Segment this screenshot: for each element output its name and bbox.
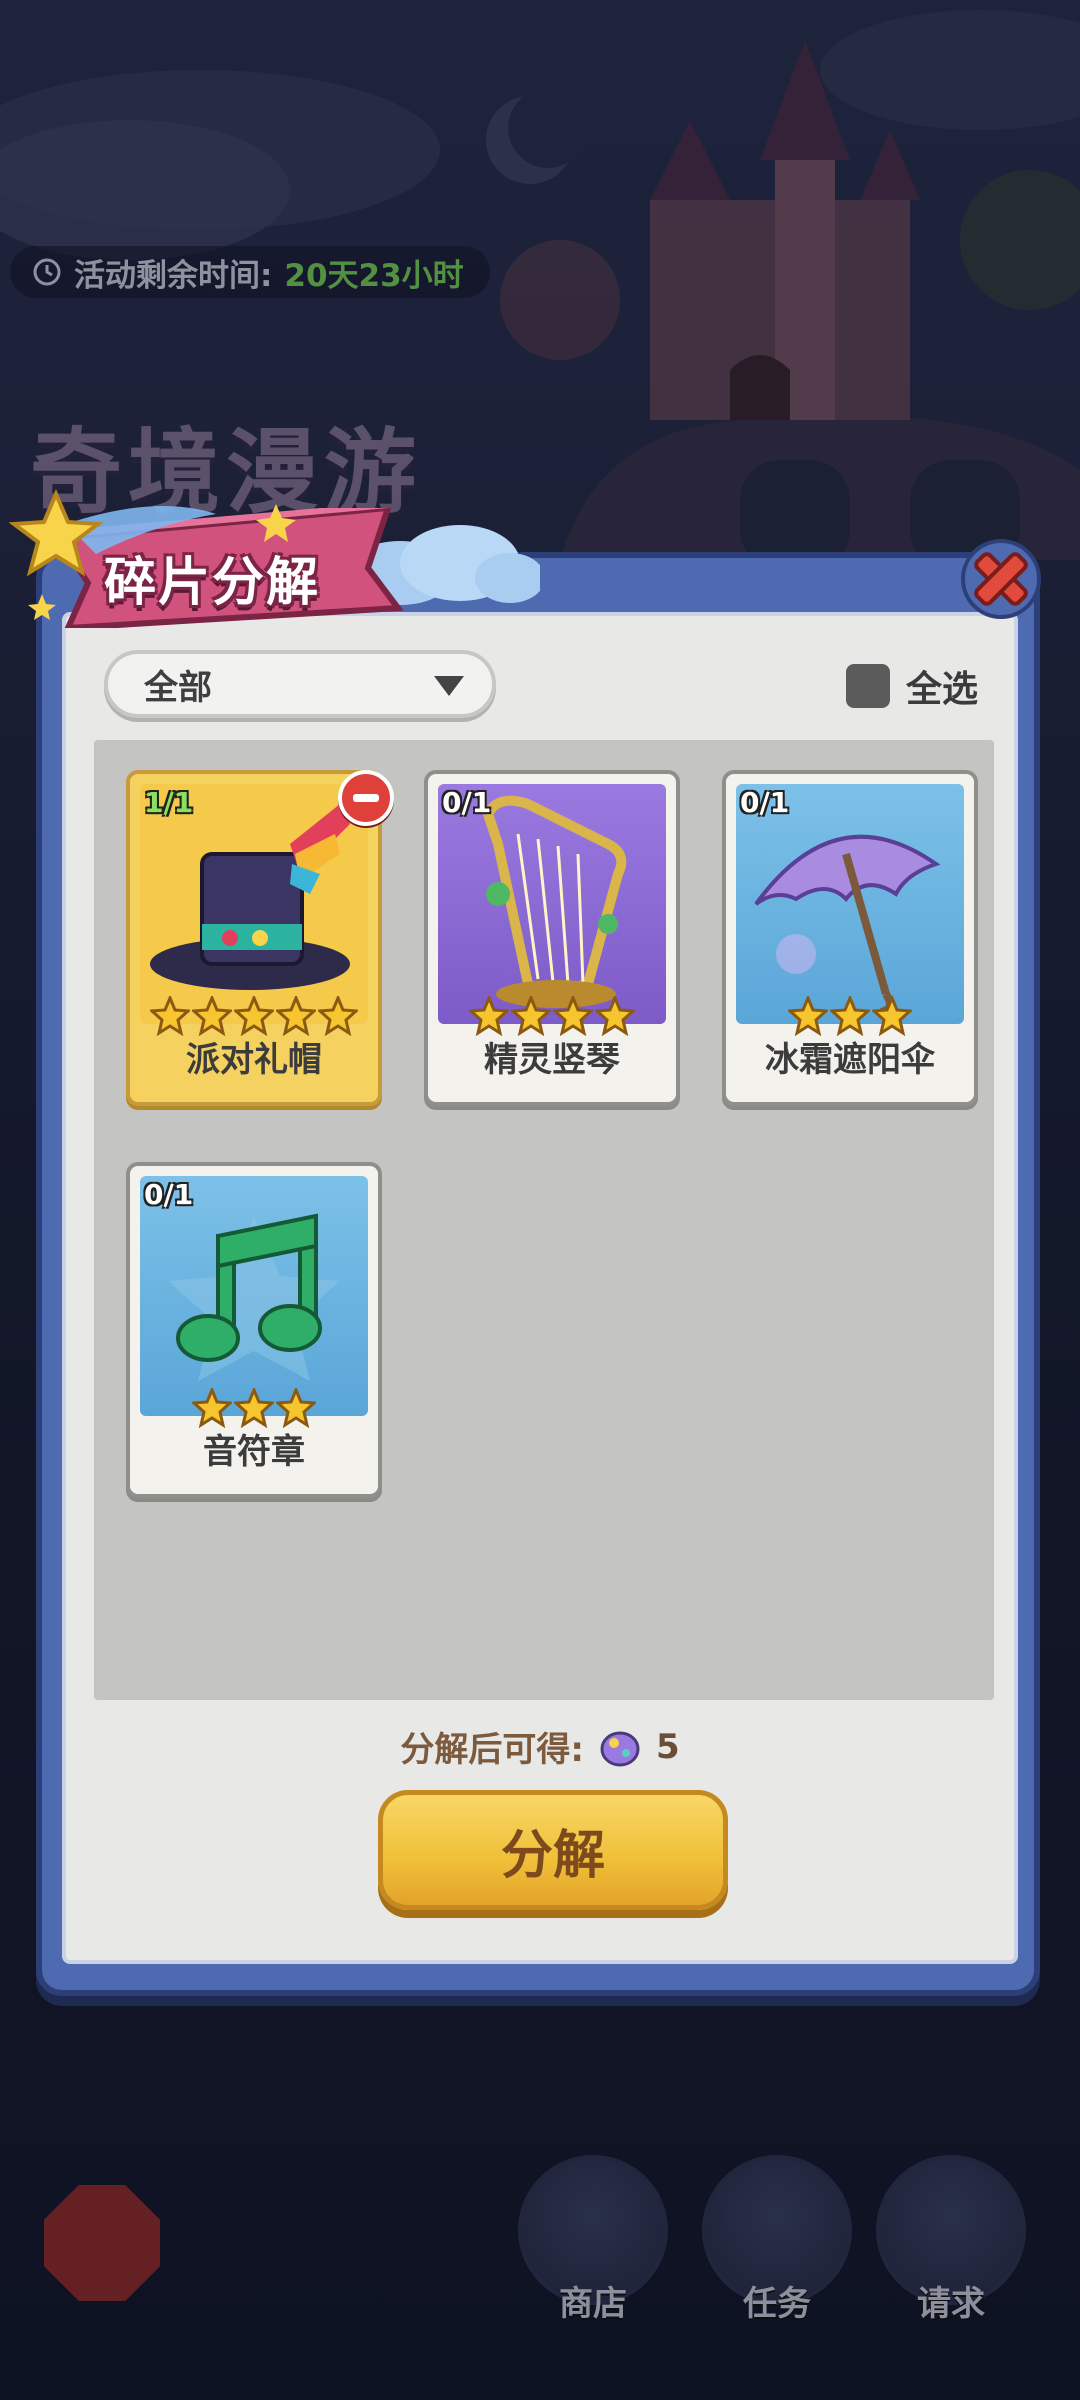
chevron-down-icon	[434, 676, 464, 696]
select-all-toggle[interactable]: 全选	[846, 660, 978, 712]
fragment-card-harp[interactable]: 0/1 精灵竖琴	[424, 770, 680, 1106]
essence-icon	[600, 1731, 640, 1766]
fragment-count: 0/1	[442, 786, 492, 819]
fragment-name: 派对礼帽	[186, 1040, 322, 1080]
filter-dropdown[interactable]: 全部	[104, 650, 496, 718]
card-art	[736, 784, 964, 1024]
card-art	[140, 1176, 368, 1416]
close-button[interactable]	[958, 536, 1044, 622]
umbrella-icon	[754, 834, 941, 1016]
reward-label: 分解后可得:	[400, 1730, 584, 1770]
checkbox[interactable]	[846, 664, 890, 708]
decompose-label: 分解	[500, 1825, 605, 1886]
top-hat-icon	[150, 804, 350, 990]
filter-selected: 全部	[144, 667, 212, 708]
fragment-card-party-hat[interactable]: 1/1 派对礼帽	[126, 770, 382, 1106]
select-all-label: 全选	[906, 669, 979, 710]
decompose-button[interactable]: 分解	[378, 1790, 728, 1910]
harp-icon	[482, 795, 627, 1008]
fragment-count: 1/1	[144, 786, 194, 819]
fragment-count: 0/1	[144, 1178, 194, 1211]
card-art	[140, 784, 368, 1024]
fragment-name: 精灵竖琴	[484, 1040, 620, 1080]
card-art	[438, 784, 666, 1024]
music-note-icon	[168, 1213, 340, 1381]
reward-row: 分解后可得: 5	[0, 1722, 1080, 1771]
reward-value: 5	[655, 1726, 680, 1767]
fragment-card-music-note[interactable]: 0/1 音符章	[126, 1162, 382, 1498]
fragment-name: 冰霜遮阳伞	[765, 1040, 935, 1080]
fragment-card-umbrella[interactable]: 0/1 冰霜遮阳伞	[722, 770, 978, 1106]
modal-title: 碎片分解	[104, 553, 321, 613]
remove-icon[interactable]	[338, 770, 394, 826]
fragment-name: 音符章	[203, 1432, 305, 1472]
fragment-count: 0/1	[740, 786, 790, 819]
